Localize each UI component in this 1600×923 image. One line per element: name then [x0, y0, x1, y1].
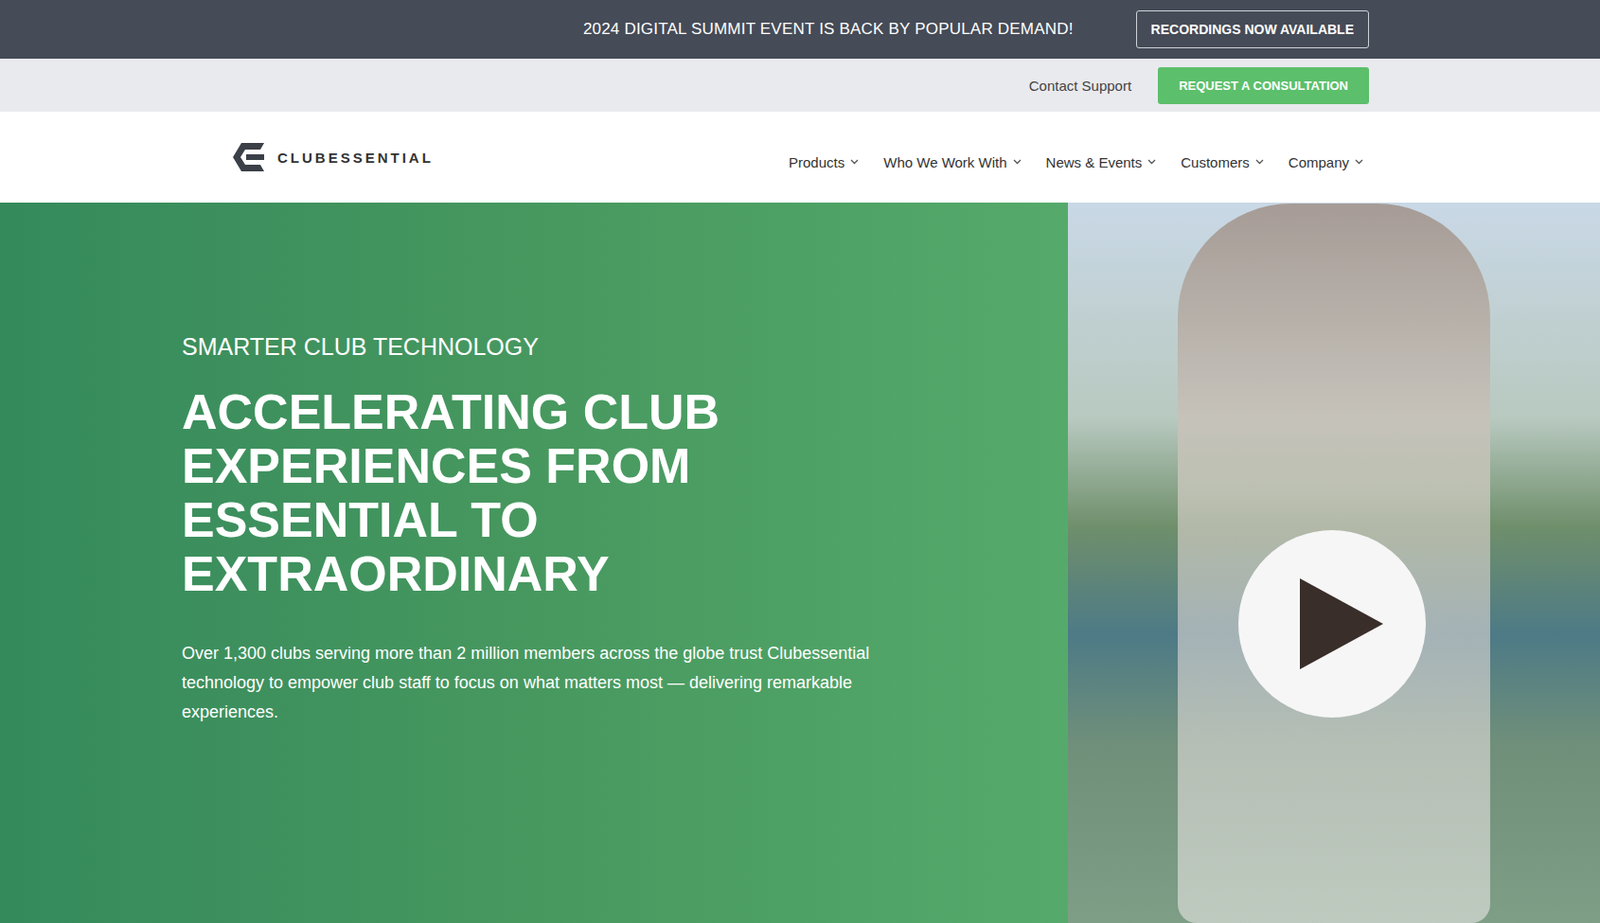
announcement-text: 2024 DIGITAL SUMMIT EVENT IS BACK BY POP…: [583, 19, 1074, 39]
nav-item[interactable]: Company: [1288, 154, 1364, 171]
page: 2024 DIGITAL SUMMIT EVENT IS BACK BY POP…: [0, 0, 1600, 923]
contact-support-link[interactable]: Contact Support: [1029, 77, 1132, 94]
utility-bar: Contact Support REQUEST A CONSULTATION: [0, 58, 1600, 112]
chevron-down-icon: [850, 159, 859, 165]
hero: SMARTER CLUB TECHNOLOGY ACCELERATING CLUB…: [0, 202, 1600, 923]
hero-text: SMARTER CLUB TECHNOLOGY ACCELERATING CLUB…: [0, 202, 1068, 923]
consultation-button[interactable]: REQUEST A CONSULTATION: [1157, 67, 1369, 105]
chevron-down-icon: [1255, 159, 1264, 165]
chevron-down-icon: [1354, 159, 1364, 165]
nav-bar: CLUBESSENTIAL Products Who We Work With New…: [0, 111, 1600, 203]
announcement-bar: 2024 DIGITAL SUMMIT EVENT IS BACK BY POP…: [0, 0, 1600, 59]
play-icon: [1296, 574, 1387, 674]
nav-list: Products Who We Work With News & Events Cus…: [788, 144, 1364, 171]
nav-item[interactable]: Who We Work With: [883, 154, 1021, 171]
hero-video[interactable]: [1067, 202, 1600, 923]
hero-body: Over 1,300 clubs serving more than 2 mil…: [181, 639, 873, 728]
logo-icon: [231, 141, 268, 174]
logo[interactable]: CLUBESSENTIAL: [231, 141, 434, 174]
logo-text: CLUBESSENTIAL: [277, 149, 434, 166]
hero-heading: ACCELERATING CLUBEXPERIENCES FROMESSENTI…: [181, 385, 1068, 602]
nav-item[interactable]: Customers: [1180, 154, 1264, 171]
hero-eyebrow: SMARTER CLUB TECHNOLOGY: [181, 333, 1068, 361]
recordings-button[interactable]: RECORDINGS NOW AVAILABLE: [1136, 10, 1369, 49]
nav-item[interactable]: News & Events: [1046, 154, 1157, 171]
chevron-down-icon: [1147, 159, 1156, 165]
nav-item[interactable]: Products: [788, 154, 859, 171]
play-button[interactable]: [1238, 530, 1426, 718]
chevron-down-icon: [1013, 159, 1022, 165]
